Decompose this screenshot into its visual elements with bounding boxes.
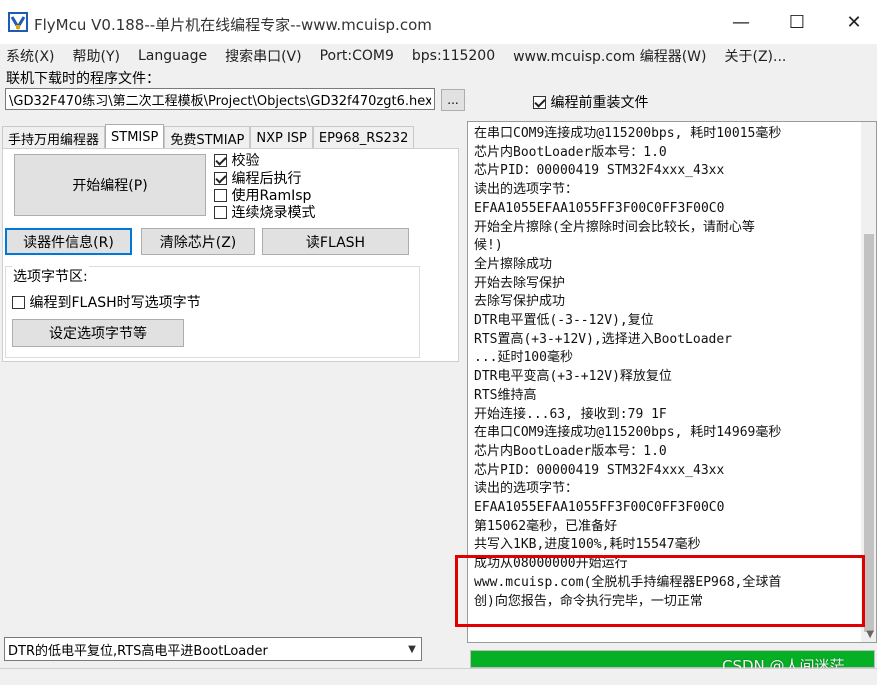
verify-checkbox[interactable]: 校验 (214, 153, 259, 169)
log-lines: 在串口COM9连接成功@115200bps, 耗时10015毫秒 芯片内BootL… (474, 125, 859, 611)
checkbox-icon (12, 296, 25, 309)
log-line: 开始去除写保护 (474, 275, 566, 291)
menu-search-port[interactable]: 搜索串口(V) (219, 46, 302, 66)
reload-label: 编程前重装文件 (550, 95, 649, 111)
menu-programmer[interactable]: www.mcuisp.com 编程器(W) (507, 46, 706, 66)
log-line: 芯片内BootLoader版本号：1.0 (474, 443, 667, 459)
log-line: 读出的选项字节： (474, 481, 579, 497)
menu-system[interactable]: 系统(X) (0, 46, 55, 66)
log-line: ...延时100毫秒 (474, 350, 573, 366)
dtr-mode-value: DTR的低电平复位,RTS高电平进BootLoader (8, 643, 268, 659)
highlight-annotation-box (455, 555, 865, 627)
reload-before-program-checkbox[interactable]: 编程前重装文件 (533, 92, 648, 112)
tab-stmisp[interactable]: STMISP (105, 124, 165, 149)
browse-file-button[interactable]: ... (441, 89, 465, 111)
use-ramisp-checkbox[interactable]: 使用RamIsp (214, 188, 311, 204)
log-line: 开始连接...63, 接收到:79 1F (474, 406, 667, 422)
checkbox-icon (533, 96, 546, 109)
log-line: DTR电平变高(+3-+12V)释放复位 (474, 369, 672, 385)
run-after-program-checkbox[interactable]: 编程后执行 (214, 171, 301, 187)
set-option-bytes-button[interactable]: 设定选项字节等 (12, 319, 184, 347)
log-line: RTS维持高 (474, 387, 537, 403)
menu-bar: 系统(X) 帮助(Y) Language 搜索串口(V) Port:COM9 b… (0, 44, 877, 68)
checkbox-icon (214, 206, 227, 219)
log-line: 读出的选项字节： (474, 182, 579, 198)
log-line: 芯片PID：00000419 STM32F4xxx_43xx (474, 163, 725, 179)
ramisp-label: 使用RamIsp (231, 188, 312, 204)
checkbox-icon (214, 172, 227, 185)
log-line: 芯片PID：00000419 STM32F4xxx_43xx (474, 462, 725, 478)
scroll-down-icon[interactable]: ▼ (866, 629, 874, 640)
checkbox-icon (214, 189, 227, 202)
log-line: DTR电平置低(-3--12V),复位 (474, 313, 654, 329)
log-line: 在串口COM9连接成功@115200bps, 耗时10015毫秒 (474, 126, 782, 141)
run-after-label: 编程后执行 (231, 171, 302, 187)
erase-chip-button[interactable]: 清除芯片(Z) (141, 228, 255, 255)
option-bytes-label: 选项字节区: (12, 266, 89, 286)
tab-handheld-programmer[interactable]: 手持万用编程器 (2, 126, 106, 149)
status-bar (0, 668, 877, 685)
title-bar: FlyMcu V0.188--单片机在线编程专家--www.mcuisp.com… (0, 0, 877, 44)
tab-nxp-isp[interactable]: NXP ISP (250, 126, 313, 149)
log-line: 去除写保护成功 (474, 294, 566, 310)
menu-about[interactable]: 关于(Z)... (718, 46, 786, 66)
log-line: 开始全片擦除(全片擦除时间会比较长，请耐心等 (474, 219, 755, 235)
continuous-mode-checkbox[interactable]: 连续烧录模式 (214, 205, 315, 221)
menu-language[interactable]: Language (132, 48, 207, 64)
log-line: 全片擦除成功 (474, 256, 553, 272)
log-line: EFAA1055EFAA1055FF3F00C0FF3F00C0 (474, 200, 725, 216)
read-flash-button[interactable]: 读FLASH (262, 228, 409, 255)
start-program-button[interactable]: 开始编程(P) (14, 154, 206, 216)
window-title: FlyMcu V0.188--单片机在线编程专家--www.mcuisp.com (34, 16, 432, 34)
write-option-bytes-label: 编程到FLASH时写选项字节 (29, 295, 201, 311)
menu-baud[interactable]: bps:115200 (406, 48, 495, 64)
log-line: 候!) (474, 238, 503, 254)
file-label: 联机下载时的程序文件： (6, 71, 160, 87)
log-line: 第15062毫秒，已准备好 (474, 518, 618, 534)
write-option-bytes-checkbox[interactable]: 编程到FLASH时写选项字节 (12, 292, 201, 312)
verify-label: 校验 (231, 153, 260, 169)
chevron-down-icon[interactable]: ▼ (403, 638, 421, 660)
tab-strip: 手持万用编程器 STMISP 免费STMIAP NXP ISP EP968_RS… (2, 124, 415, 149)
tab-ep968-rs232[interactable]: EP968_RS232 (312, 126, 415, 149)
checkbox-icon (214, 154, 227, 167)
menu-port[interactable]: Port:COM9 (314, 48, 394, 64)
log-line: EFAA1055EFAA1055FF3F00C0FF3F00C0 (474, 500, 725, 516)
read-device-info-button[interactable]: 读器件信息(R) (5, 228, 132, 255)
log-line: RTS置高(+3-+12V),选择进入BootLoader (474, 331, 733, 347)
close-button[interactable]: ✕ (831, 0, 877, 44)
dtr-mode-select[interactable]: DTR的低电平复位,RTS高电平进BootLoader ▼ (4, 637, 422, 661)
hex-file-path-input[interactable] (5, 88, 435, 110)
log-line: 共写入1KB,进度100%,耗时15547毫秒 (474, 537, 701, 553)
flymcu-logo-icon (8, 12, 28, 32)
log-line: 芯片内BootLoader版本号：1.0 (474, 144, 667, 160)
maximize-button[interactable]: ☐ (774, 0, 820, 44)
scrollbar-thumb[interactable] (864, 234, 874, 632)
log-line: 在串口COM9连接成功@115200bps, 耗时14969毫秒 (474, 425, 782, 441)
tab-stmiap[interactable]: 免费STMIAP (164, 126, 251, 149)
minimize-button[interactable]: — (718, 0, 764, 44)
menu-help[interactable]: 帮助(Y) (67, 46, 120, 66)
continuous-label: 连续烧录模式 (231, 205, 316, 221)
